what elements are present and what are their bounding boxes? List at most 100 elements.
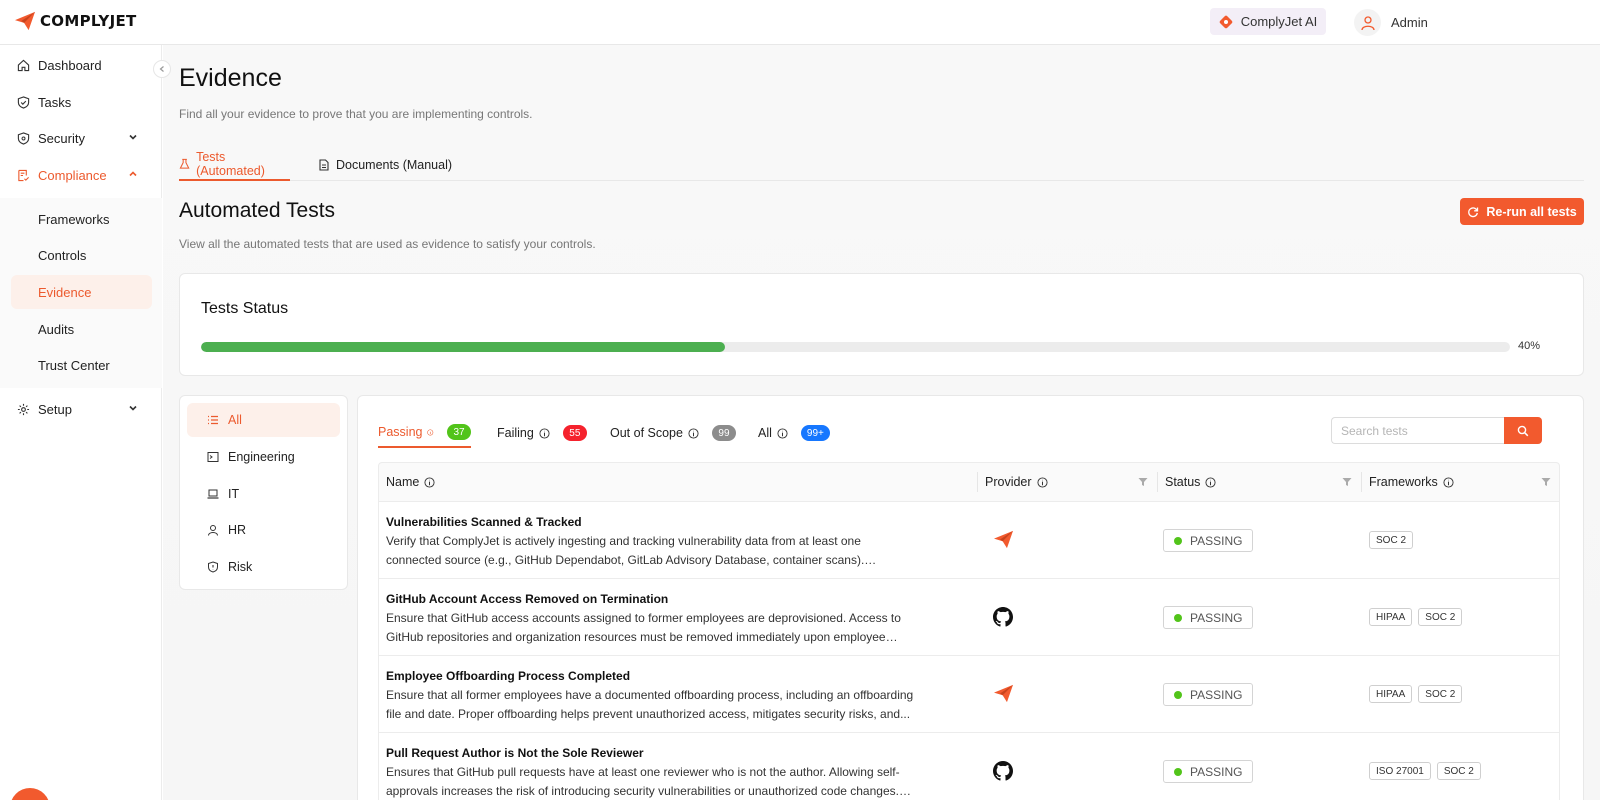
sidebar-item-dashboard[interactable]: Dashboard	[0, 47, 162, 83]
tab-documents-manual[interactable]: Documents (Manual)	[318, 149, 452, 181]
filter-tab-passing[interactable]: Passing 37	[378, 418, 471, 448]
status-text: PASSING	[1190, 764, 1243, 779]
sidebar-item-label: Compliance	[38, 167, 107, 183]
status-badge: PASSING	[1163, 606, 1254, 629]
filter-count-badge: 99+	[800, 425, 830, 441]
sidebar-subitem-label: Evidence	[38, 284, 92, 300]
filter-tab-failing[interactable]: Failing 55	[497, 418, 587, 448]
logo-text: COMPLYJET	[40, 12, 137, 30]
filter-label: Out of Scope	[610, 426, 683, 440]
laptop-icon	[207, 489, 219, 499]
category-label: Engineering	[228, 450, 295, 464]
sidebar-item-compliance[interactable]: Compliance	[0, 157, 162, 193]
sidebar-item-setup[interactable]: Setup	[0, 391, 162, 427]
tests-status-card: Tests Status 40%	[179, 273, 1584, 376]
filter-tab-all[interactable]: All 99+	[758, 418, 830, 448]
category-risk[interactable]: Risk	[187, 550, 340, 584]
column-header-label: Frameworks	[1369, 475, 1438, 489]
sidebar-subitem-evidence[interactable]: Evidence	[11, 275, 152, 309]
complyjet-logo-icon	[15, 11, 35, 31]
column-header-provider[interactable]: Provider	[978, 463, 1157, 501]
sidebar-item-tasks[interactable]: Tasks	[0, 84, 162, 120]
filter-tab-out-of-scope[interactable]: Out of Scope 99	[610, 418, 736, 448]
chevron-left-icon	[159, 66, 164, 72]
search-input[interactable]	[1331, 417, 1504, 444]
test-title: Pull Request Author is Not the Sole Revi…	[386, 746, 644, 760]
github-icon	[993, 761, 1013, 781]
avatar	[1354, 9, 1381, 36]
test-description: Verify that ComplyJet is actively ingest…	[386, 534, 865, 567]
test-title: Vulnerabilities Scanned & Tracked	[386, 515, 582, 529]
provider-cell	[993, 607, 1013, 632]
info-icon	[1037, 476, 1048, 488]
sidebar-item-label: Dashboard	[38, 57, 102, 73]
support-chat-button[interactable]	[10, 788, 50, 800]
sidebar-item-security[interactable]: Security	[0, 120, 162, 156]
table-row[interactable]: GitHub Account Access Removed on Termina…	[378, 579, 1560, 656]
info-icon	[1205, 476, 1216, 488]
search-bar	[1331, 417, 1542, 444]
framework-tag: ISO 27001	[1369, 762, 1431, 780]
sidebar-item-label: Setup	[38, 401, 72, 417]
sidebar-subitem-audits[interactable]: Audits	[11, 312, 152, 346]
status-cell: PASSING	[1163, 760, 1254, 783]
page-description: Find all your evidence to prove that you…	[179, 107, 533, 121]
user-menu[interactable]: Admin	[1354, 9, 1428, 36]
search-button[interactable]	[1504, 417, 1542, 444]
sidebar-item-label: Security	[38, 130, 85, 146]
home-icon	[17, 59, 30, 71]
test-name-cell: GitHub Account Access Removed on Termina…	[386, 591, 916, 647]
category-it[interactable]: IT	[187, 477, 340, 511]
shield-icon	[17, 131, 30, 145]
provider-cell	[993, 530, 1014, 554]
tests-progress-bar	[201, 342, 1510, 352]
sidebar-collapse-button[interactable]	[153, 60, 171, 78]
category-engineering[interactable]: Engineering	[187, 440, 340, 474]
rerun-all-tests-button[interactable]: Re-run all tests	[1460, 198, 1584, 225]
column-header-frameworks[interactable]: Frameworks	[1362, 463, 1560, 501]
test-description: Ensures that GitHub pull requests have a…	[386, 765, 900, 798]
sidebar-subitem-trust-center[interactable]: Trust Center	[11, 348, 152, 382]
shield-check-icon	[17, 95, 30, 109]
framework-tag: SOC 2	[1369, 531, 1414, 549]
filter-icon[interactable]	[1138, 477, 1148, 487]
framework-tag: HIPAA	[1369, 685, 1413, 703]
tab-label: Tests (Automated)	[196, 150, 265, 178]
complyjet-ai-button[interactable]: ComplyJet AI	[1210, 8, 1326, 35]
table-row[interactable]: Pull Request Author is Not the Sole Revi…	[378, 733, 1560, 800]
info-icon	[539, 427, 550, 439]
ai-sparkle-icon	[1219, 15, 1232, 28]
tab-label: Documents (Manual)	[336, 158, 453, 172]
frameworks-cell: HIPAA SOC 2	[1369, 608, 1463, 626]
table-row[interactable]: Employee Offboarding Process Completed E…	[378, 656, 1560, 733]
column-header-label: Name	[386, 475, 420, 489]
category-label: All	[228, 413, 242, 427]
category-list: All Engineering IT HR Risk	[179, 395, 348, 590]
logo[interactable]: COMPLYJET	[14, 11, 137, 31]
compliance-doc-icon	[18, 169, 30, 181]
filter-icon[interactable]	[1342, 477, 1352, 487]
filter-icon[interactable]	[1541, 477, 1551, 487]
rerun-label: Re-run all tests	[1486, 204, 1577, 219]
frameworks-cell: SOC 2	[1369, 531, 1414, 549]
chevron-down-icon	[129, 134, 137, 140]
column-header-name[interactable]: Name	[379, 463, 977, 501]
user-name: Admin	[1391, 15, 1428, 30]
column-header-status[interactable]: Status	[1158, 463, 1361, 501]
column-header-label: Provider	[985, 475, 1032, 489]
sidebar-subitem-frameworks[interactable]: Frameworks	[11, 202, 152, 236]
provider-cell	[993, 684, 1014, 708]
status-cell: PASSING	[1163, 683, 1254, 706]
category-hr[interactable]: HR	[187, 513, 340, 547]
category-all[interactable]: All	[187, 403, 340, 437]
section-description: View all the automated tests that are us…	[179, 237, 596, 251]
filter-label: All	[758, 426, 772, 440]
frameworks-cell: ISO 27001 SOC 2	[1369, 762, 1481, 780]
sidebar-subitem-controls[interactable]: Controls	[11, 238, 152, 272]
test-name-cell: Vulnerabilities Scanned & Tracked Verify…	[386, 514, 916, 570]
tab-tests-automated[interactable]: Tests (Automated)	[179, 149, 290, 181]
status-badge: PASSING	[1163, 683, 1254, 706]
tests-table: Name Provider Status Frameworks Vulnerab…	[378, 462, 1560, 800]
table-row[interactable]: Vulnerabilities Scanned & Tracked Verify…	[378, 502, 1560, 579]
status-dot	[1174, 613, 1182, 622]
